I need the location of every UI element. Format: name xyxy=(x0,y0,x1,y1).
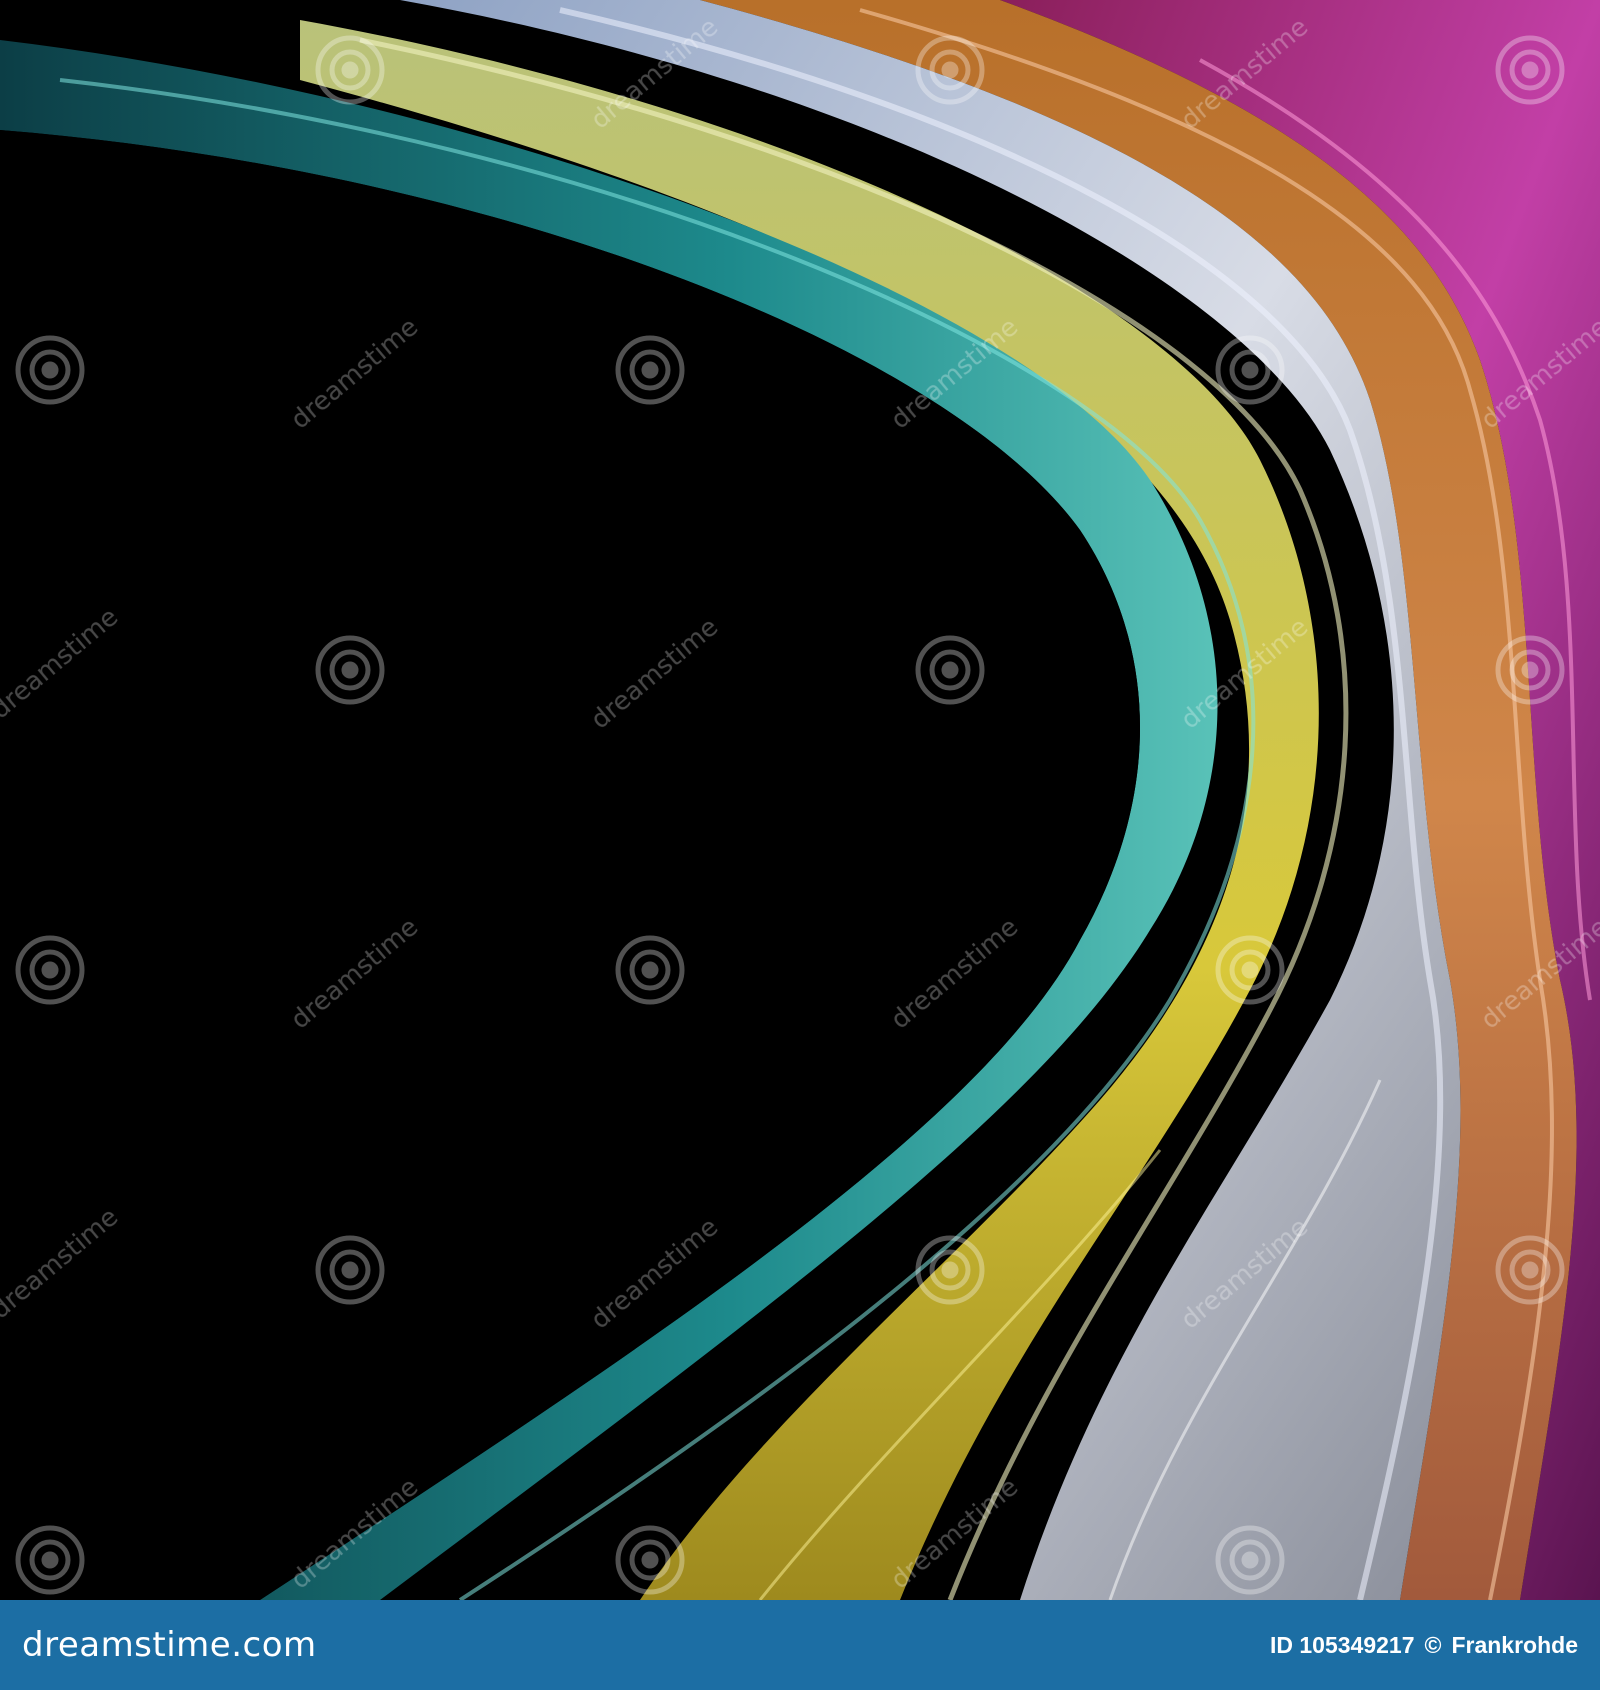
stock-image-preview: dreamstime dreamstime dreamstime dreamst… xyxy=(0,0,1600,1690)
rainbow-wave-graphic: dreamstime dreamstime dreamstime dreamst… xyxy=(0,0,1600,1600)
copyright-symbol: © xyxy=(1424,1631,1442,1658)
footer-bar: dreamstime.com ID 105349217 © Frankrohde xyxy=(0,1600,1600,1690)
image-id: ID 105349217 xyxy=(1270,1631,1415,1658)
footer-image-meta: ID 105349217 © Frankrohde xyxy=(1270,1632,1578,1659)
author-name: Frankrohde xyxy=(1451,1631,1578,1658)
abstract-artwork: dreamstime dreamstime dreamstime dreamst… xyxy=(0,0,1600,1600)
footer-logo-text: dreamstime.com xyxy=(22,1625,317,1665)
